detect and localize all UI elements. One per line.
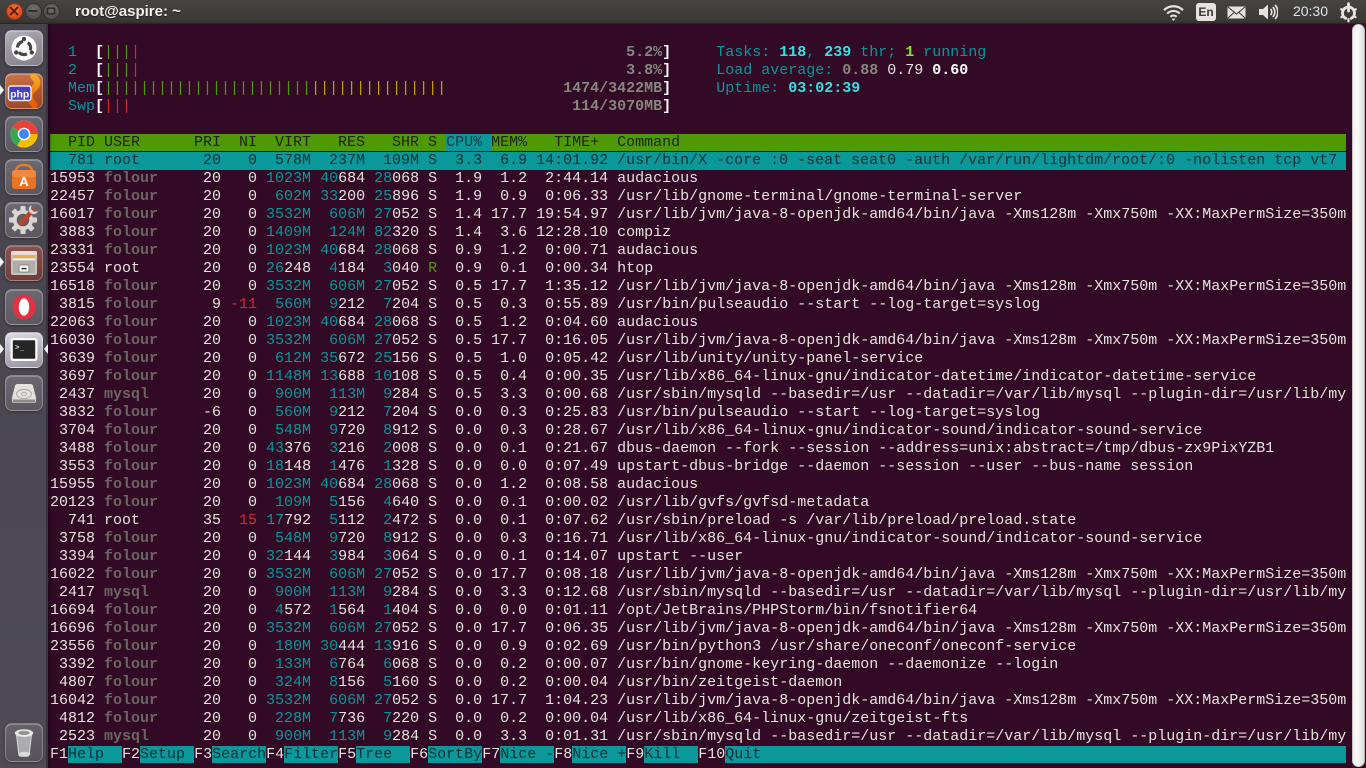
svg-text:php: php bbox=[10, 89, 29, 101]
svg-text:A: A bbox=[19, 174, 29, 189]
svg-text:>_: >_ bbox=[15, 345, 25, 353]
